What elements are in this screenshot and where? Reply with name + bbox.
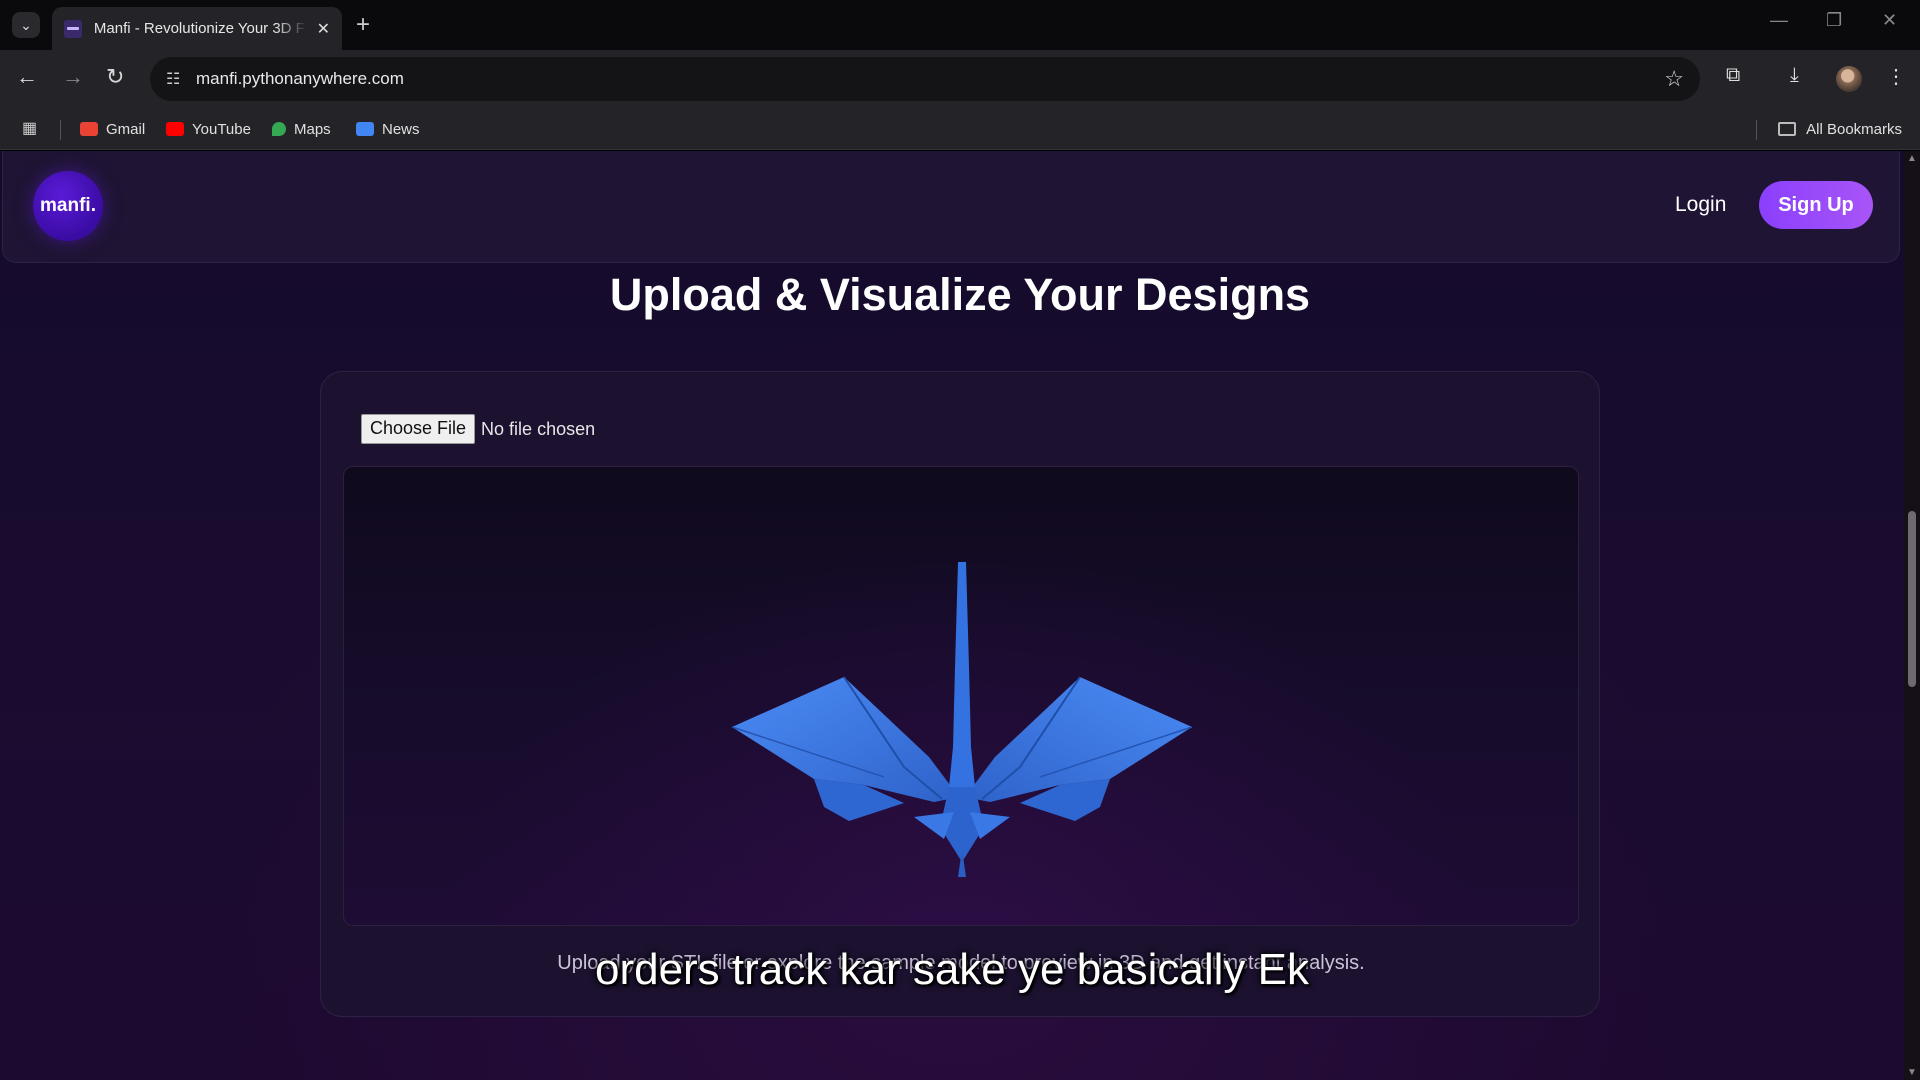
profile-avatar[interactable] bbox=[1836, 66, 1862, 92]
address-bar[interactable]: ☷ manfi.pythonanywhere.com ☆ bbox=[150, 57, 1700, 101]
model-viewer[interactable] bbox=[343, 466, 1579, 926]
news-icon bbox=[356, 122, 374, 136]
choose-file-button[interactable]: Choose File bbox=[361, 414, 476, 444]
new-tab-icon[interactable]: + bbox=[356, 11, 370, 39]
page-viewport: manfi. Login Sign Up Upload & Visualize … bbox=[0, 151, 1904, 1080]
restore-icon[interactable]: ❐ bbox=[1826, 10, 1842, 31]
upload-card: Choose File No file chosen Upload your S… bbox=[320, 371, 1600, 1017]
bookmark-label: Maps bbox=[294, 120, 331, 138]
site-header: manfi. Login Sign Up bbox=[2, 151, 1900, 263]
close-window-icon[interactable]: ✕ bbox=[1882, 10, 1897, 31]
all-bookmarks[interactable]: All Bookmarks bbox=[1778, 108, 1902, 150]
tab-title: Manfi - Revolutionize Your 3D F bbox=[93, 20, 305, 37]
site-info-icon[interactable]: ☷ bbox=[166, 69, 186, 89]
bookmarks-divider bbox=[60, 120, 61, 140]
bookmark-star-icon[interactable]: ☆ bbox=[1664, 66, 1684, 92]
extensions-icon[interactable]: ⧉ bbox=[1726, 64, 1740, 87]
bookmark-label: News bbox=[382, 120, 420, 138]
menu-icon[interactable]: ⋮ bbox=[1886, 64, 1906, 89]
bookmark-gmail[interactable]: Gmail bbox=[80, 108, 145, 150]
url-text[interactable]: manfi.pythonanywhere.com bbox=[196, 69, 404, 89]
file-input[interactable]: Choose File No file chosen bbox=[361, 414, 595, 444]
apps-grid-icon[interactable]: ▦ bbox=[22, 118, 37, 138]
site-logo[interactable]: manfi. bbox=[33, 171, 103, 241]
file-status-text: No file chosen bbox=[481, 418, 596, 439]
browser-toolbar: ← → ↻ ☷ manfi.pythonanywhere.com ☆ ⧉ ⤓ ⋮ bbox=[0, 50, 1920, 108]
scroll-down-icon[interactable]: ▼ bbox=[1907, 1067, 1917, 1078]
reload-icon[interactable]: ↻ bbox=[106, 64, 124, 90]
tab-close-icon[interactable]: ✕ bbox=[317, 19, 330, 39]
minimize-icon[interactable]: — bbox=[1770, 10, 1788, 31]
bookmark-youtube[interactable]: YouTube bbox=[166, 108, 251, 150]
dragon-body bbox=[914, 562, 1010, 877]
dragon-left-wing bbox=[731, 676, 959, 821]
bookmark-label: YouTube bbox=[192, 120, 251, 138]
maps-icon bbox=[272, 122, 286, 136]
scrollbar-thumb[interactable] bbox=[1908, 511, 1916, 687]
page-title: Upload & Visualize Your Designs bbox=[609, 269, 1311, 320]
page-scrollbar[interactable]: ▲ ▼ bbox=[1904, 151, 1920, 1080]
dragon-model bbox=[731, 562, 1193, 877]
bookmark-news[interactable]: News bbox=[356, 108, 420, 150]
tab-favicon-icon bbox=[64, 19, 82, 38]
login-link[interactable]: Login bbox=[1675, 193, 1726, 217]
tab-search-icon[interactable]: ⌄ bbox=[12, 12, 40, 38]
all-bookmarks-label: All Bookmarks bbox=[1806, 120, 1902, 138]
download-icon[interactable]: ⤓ bbox=[1790, 64, 1799, 87]
back-icon[interactable]: ← bbox=[16, 64, 38, 90]
gmail-icon bbox=[80, 122, 98, 136]
youtube-icon bbox=[166, 122, 184, 136]
bookmark-label: Gmail bbox=[106, 120, 146, 138]
scroll-up-icon[interactable]: ▲ bbox=[1907, 153, 1917, 164]
folder-icon bbox=[1778, 122, 1797, 136]
forward-icon[interactable]: → bbox=[62, 64, 84, 90]
bookmarks-bar: ▦ Gmail YouTube Maps News All Bookmarks bbox=[0, 108, 1920, 150]
video-subtitle: orders track kar sake ye basically Ek bbox=[594, 945, 1310, 994]
dragon-right-wing bbox=[965, 676, 1193, 821]
browser-tab[interactable]: Manfi - Revolutionize Your 3D F ✕ bbox=[52, 7, 342, 50]
browser-tab-bar: ⌄ Manfi - Revolutionize Your 3D F ✕ + — … bbox=[0, 0, 1920, 50]
signup-button[interactable]: Sign Up bbox=[1759, 181, 1873, 229]
bookmark-maps[interactable]: Maps bbox=[272, 108, 331, 150]
bookmarks-divider bbox=[1756, 120, 1757, 140]
